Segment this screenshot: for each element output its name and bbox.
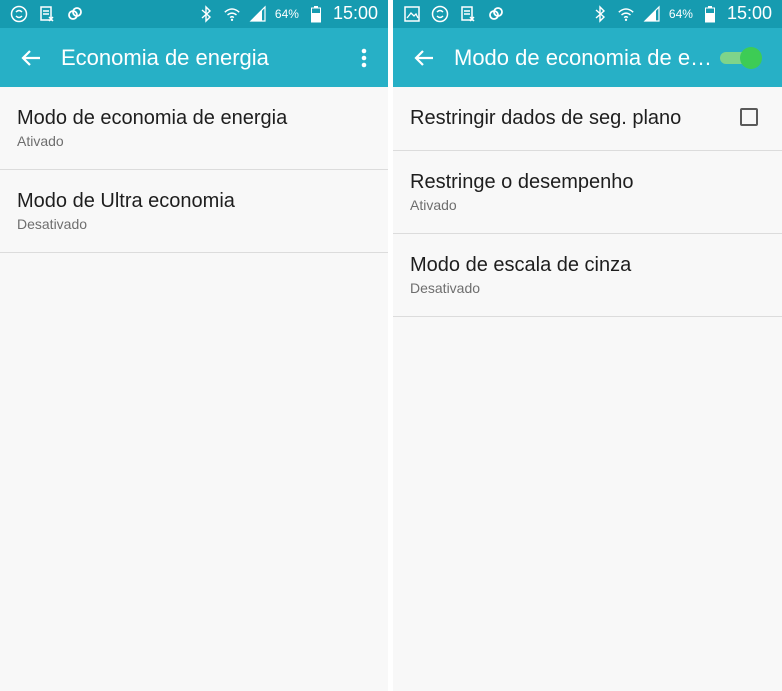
grayscale-mode-item[interactable]: Modo de escala de cinza Desativado bbox=[393, 234, 782, 317]
power-saving-switch[interactable] bbox=[718, 47, 762, 69]
ultra-power-saving-item[interactable]: Modo de Ultra economia Desativado bbox=[0, 170, 388, 253]
page-title: Economia de energia bbox=[61, 45, 269, 70]
app-bar: Economia de energia bbox=[0, 28, 388, 87]
bluetooth-icon bbox=[591, 4, 609, 23]
screenshot-notification-icon bbox=[38, 5, 56, 23]
left-screen: 64% 15:00 Economia de energia Modo de ec… bbox=[0, 0, 388, 691]
list-item-title: Modo de Ultra economia bbox=[17, 190, 235, 212]
battery-percent: 64% bbox=[668, 6, 693, 21]
wifi-icon bbox=[617, 5, 635, 23]
power-saving-mode-item[interactable]: Modo de economia de energia Ativado bbox=[0, 87, 388, 170]
back-arrow-icon[interactable] bbox=[18, 45, 44, 71]
battery-icon bbox=[701, 5, 719, 23]
list-item-title: Restringir dados de seg. plano bbox=[410, 107, 682, 129]
page-title: Modo de economia de e… bbox=[454, 45, 713, 70]
list-item-title: Modo de economia de energia bbox=[17, 107, 288, 129]
restrict-performance-item[interactable]: Restringe o desempenho Ativado bbox=[393, 151, 782, 234]
list-item-status: Ativado bbox=[17, 133, 64, 149]
screenshot-notification-icon bbox=[459, 5, 477, 23]
battery-percent: 64% bbox=[274, 6, 299, 21]
link-notification-icon bbox=[66, 5, 84, 23]
wifi-icon bbox=[223, 5, 241, 23]
right-screen: 64% 15:00 Modo de economia de e… Restrin… bbox=[393, 0, 782, 691]
battery-icon bbox=[307, 5, 325, 23]
link-notification-icon bbox=[487, 5, 505, 23]
list-item-status: Desativado bbox=[410, 280, 481, 296]
list-item-status: Ativado bbox=[410, 197, 457, 213]
clock: 15:00 bbox=[726, 3, 772, 23]
list-item-title: Modo de escala de cinza bbox=[410, 254, 632, 276]
sync-notification-icon bbox=[431, 5, 449, 23]
back-arrow-icon[interactable] bbox=[411, 45, 437, 71]
clock: 15:00 bbox=[332, 3, 378, 23]
app-bar: Modo de economia de e… bbox=[393, 28, 782, 87]
status-bar: 64% 15:00 bbox=[393, 0, 782, 28]
sync-notification-icon bbox=[10, 5, 28, 23]
list-item-status: Desativado bbox=[17, 216, 88, 232]
restrict-background-data-item[interactable]: Restringir dados de seg. plano bbox=[393, 87, 782, 151]
bluetooth-icon bbox=[197, 4, 215, 23]
gallery-notification-icon bbox=[403, 5, 421, 23]
restrict-background-data-checkbox[interactable] bbox=[740, 108, 758, 126]
status-bar: 64% 15:00 bbox=[0, 0, 388, 28]
list-item-title: Restringe o desempenho bbox=[410, 171, 634, 193]
switch-thumb bbox=[740, 47, 762, 69]
signal-icon bbox=[643, 5, 661, 23]
signal-icon bbox=[249, 5, 267, 23]
more-options-icon[interactable] bbox=[354, 45, 374, 71]
